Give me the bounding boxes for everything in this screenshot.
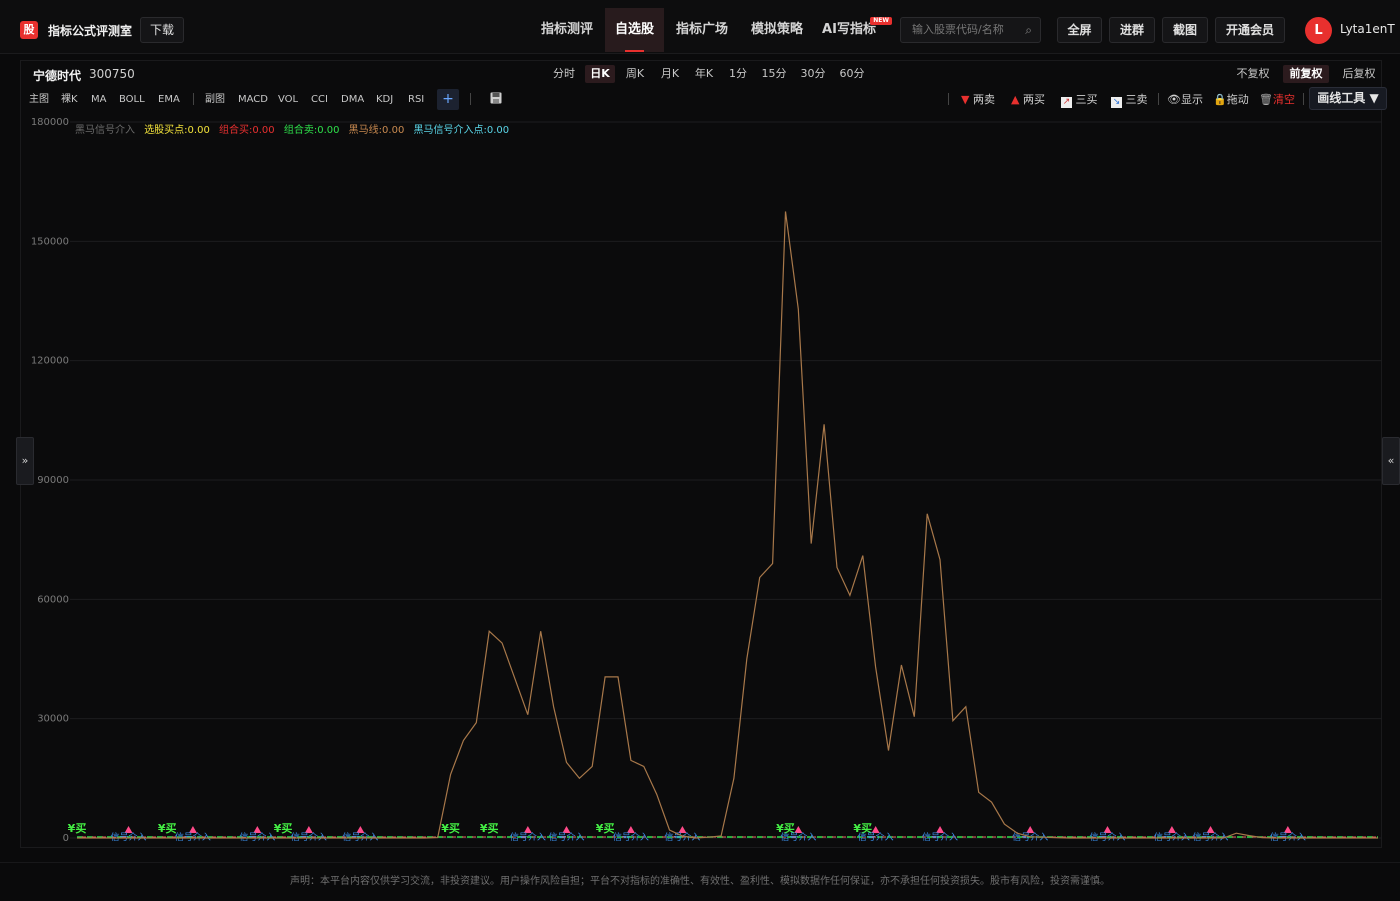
sell-marker	[523, 826, 532, 833]
buy-marker: ¥买	[480, 822, 499, 835]
sell-marker	[124, 826, 133, 833]
signal-label: 信号介入	[342, 831, 378, 843]
buy-marker: ¥买	[596, 822, 615, 835]
sell-marker	[678, 826, 687, 833]
y-tick-label: 120000	[31, 356, 69, 367]
sell-marker	[626, 826, 635, 833]
y-tick-label: 30000	[37, 714, 69, 725]
y-tick-label: 180000	[31, 117, 69, 128]
signal-label: 信号介入	[175, 831, 211, 843]
legend-dark-horse: 黑马线:0.00	[348, 125, 405, 136]
signal-label: 信号介入	[664, 831, 700, 843]
y-tick-label: 150000	[31, 236, 69, 247]
buy-marker: ¥买	[274, 822, 293, 835]
signal-label: 信号介入	[922, 831, 958, 843]
signal-label: 信号介入	[548, 831, 584, 843]
sell-marker	[1103, 826, 1112, 833]
signal-label: 信号介入	[780, 831, 816, 843]
sell-marker	[562, 826, 571, 833]
y-tick-label: 90000	[37, 475, 69, 486]
signal-label: 信号介入	[111, 831, 147, 843]
dark-horse-line	[77, 211, 1378, 839]
signal-label: 信号介入	[613, 831, 649, 843]
y-axis: 0300006000090000120000150000180000	[31, 117, 69, 844]
signal-label: 信号介入	[1193, 831, 1229, 843]
signal-label: 信号介入	[1270, 831, 1306, 843]
disclaimer: 声明：本平台内容仅供学习交流，非投资建议。用户操作风险自担；平台不对指标的准确性…	[0, 862, 1400, 900]
sell-marker	[1026, 826, 1035, 833]
signal-label: 信号介入	[239, 831, 275, 843]
buy-marker: ¥买	[441, 822, 460, 835]
sell-marker	[936, 826, 945, 833]
sell-marker	[304, 826, 313, 833]
legend-pick-buy: 选股买点:0.00	[144, 125, 210, 136]
buy-marker: ¥买	[158, 822, 177, 835]
chart-grid	[70, 121, 1382, 839]
y-tick-label: 60000	[37, 594, 69, 605]
signal-label: 信号介入	[1154, 831, 1190, 843]
sell-marker	[871, 826, 880, 833]
signal-label: 信号介入	[858, 831, 894, 843]
legend-combo-buy: 组合买:0.00	[219, 125, 275, 136]
sell-marker	[1206, 826, 1215, 833]
sell-marker	[1283, 826, 1292, 833]
sell-marker	[794, 826, 803, 833]
chart-legend: 黑马信号介入 选股买点:0.00 组合买:0.00 组合卖:0.00 黑马线:0…	[75, 125, 515, 137]
signal-markers: ¥买 ¥买 ¥买 ¥买 ¥买 ¥买 ¥买 ¥买信号介入 信号介入 信号介入 信号介入 信号介入 信号介入…	[68, 822, 1306, 843]
sell-marker	[188, 826, 197, 833]
legend-signal-point: 黑马信号介入点:0.00	[413, 125, 510, 136]
sell-marker	[1167, 826, 1176, 833]
legend-signal: 黑马信号介入	[75, 125, 135, 136]
signal-label: 信号介入	[1089, 831, 1125, 843]
legend-combo-sell: 组合卖:0.00	[283, 125, 340, 136]
signal-label: 信号介入	[291, 831, 327, 843]
signal-label: 信号介入	[510, 831, 546, 843]
buy-marker: ¥买	[68, 822, 87, 835]
sell-marker	[253, 826, 262, 833]
sell-marker	[356, 826, 365, 833]
